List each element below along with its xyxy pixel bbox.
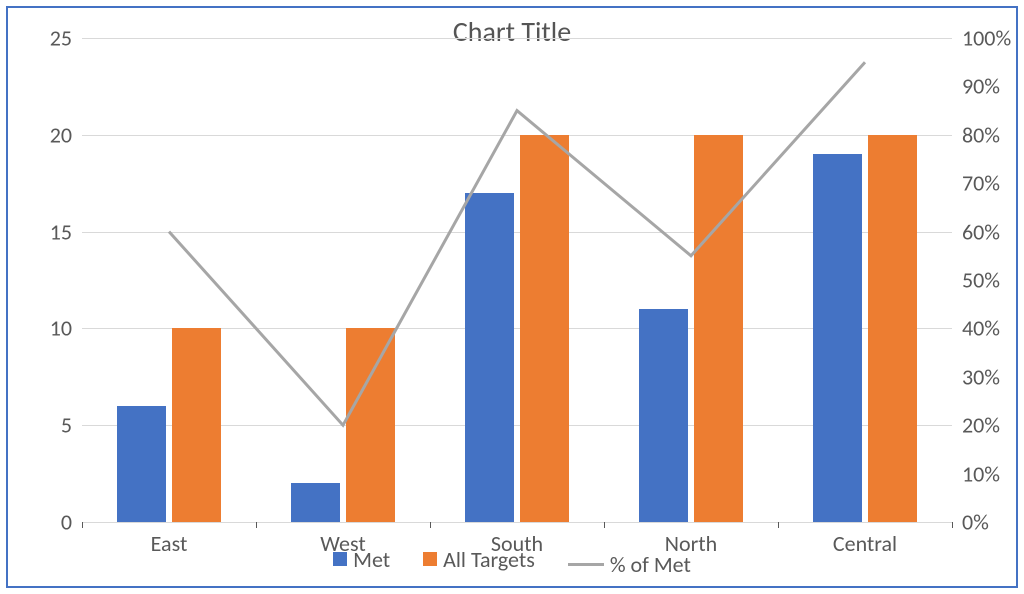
y-left-tick-label: 15 (12, 218, 72, 245)
y-right-tick-label: 70% (962, 170, 1022, 197)
legend-label-pct-of-met: % of Met (610, 551, 691, 578)
legend-item-all-targets: All Targets (423, 546, 535, 573)
x-tick (82, 522, 83, 528)
legend-swatch-met (333, 552, 347, 566)
y-right-tick-label: 80% (962, 121, 1022, 148)
legend: Met All Targets % of Met (8, 545, 1016, 578)
y-left-tick-label: 0 (12, 509, 72, 536)
y-right-tick-label: 50% (962, 267, 1022, 294)
pct-of-met-line (82, 38, 952, 522)
plot-area: 05101520250%10%20%30%40%50%60%70%80%90%1… (82, 38, 952, 522)
y-right-tick-label: 20% (962, 412, 1022, 439)
y-right-tick-label: 10% (962, 460, 1022, 487)
y-right-tick-label: 100% (962, 25, 1022, 52)
legend-label-all-targets: All Targets (443, 546, 535, 573)
x-tick (430, 522, 431, 528)
y-left-tick-label: 10 (12, 315, 72, 342)
y-right-tick-label: 0% (962, 509, 1022, 536)
x-tick (778, 522, 779, 528)
y-right-tick-label: 40% (962, 315, 1022, 342)
legend-line-pct-of-met (568, 563, 604, 566)
legend-item-met: Met (333, 546, 390, 573)
legend-label-met: Met (353, 546, 390, 573)
grid-line (82, 522, 952, 523)
legend-item-pct-of-met: % of Met (568, 551, 691, 578)
y-right-tick-label: 30% (962, 363, 1022, 390)
y-left-tick-label: 25 (12, 25, 72, 52)
y-left-tick-label: 5 (12, 412, 72, 439)
y-right-tick-label: 60% (962, 218, 1022, 245)
x-tick (952, 522, 953, 528)
x-tick (256, 522, 257, 528)
legend-swatch-all-targets (423, 552, 437, 566)
y-left-tick-label: 20 (12, 121, 72, 148)
x-tick (604, 522, 605, 528)
y-right-tick-label: 90% (962, 73, 1022, 100)
chart-frame: Chart Title 05101520250%10%20%30%40%50%6… (6, 6, 1018, 588)
